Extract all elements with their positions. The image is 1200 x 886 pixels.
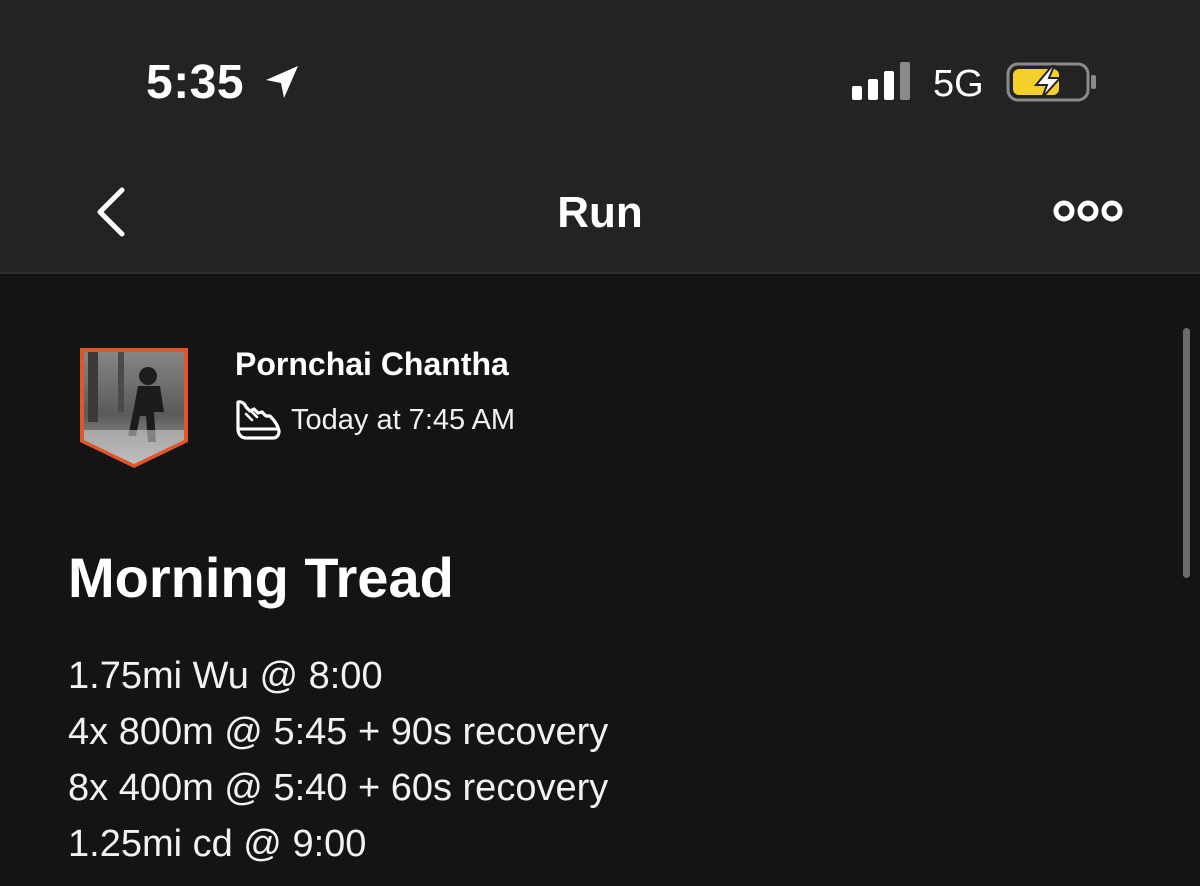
activity-content: Pornchai Chantha Today at 7:45 AM Mornin… <box>0 274 1200 886</box>
activity-description: 1.75mi Wu @ 8:00 4x 800m @ 5:45 + 90s re… <box>68 648 608 872</box>
activity-title: Morning Tread <box>68 546 454 609</box>
page-title: Run <box>557 188 643 237</box>
scrollbar[interactable] <box>1183 328 1190 578</box>
description-line: 1.75mi Wu @ 8:00 <box>68 655 383 697</box>
location-arrow-icon <box>266 66 298 98</box>
cellular-signal-icon <box>852 62 910 100</box>
status-bar: 5:35 5G <box>0 0 1200 150</box>
network-type: 5G <box>933 63 984 105</box>
athlete-avatar[interactable] <box>78 346 190 470</box>
activity-timestamp: Today at 7:45 AM <box>291 404 516 436</box>
nav-bar: Run <box>0 150 1200 274</box>
description-line: 1.25mi cd @ 9:00 <box>68 823 367 865</box>
more-options-icon[interactable] <box>1052 198 1124 224</box>
battery-charging-icon <box>1006 62 1096 102</box>
description-line: 8x 400m @ 5:40 + 60s recovery <box>68 767 609 809</box>
running-shoe-icon <box>236 400 281 440</box>
athlete-name[interactable]: Pornchai Chantha <box>235 344 509 384</box>
status-time: 5:35 <box>146 56 245 109</box>
description-line: 4x 800m @ 5:45 + 90s recovery <box>68 711 609 753</box>
